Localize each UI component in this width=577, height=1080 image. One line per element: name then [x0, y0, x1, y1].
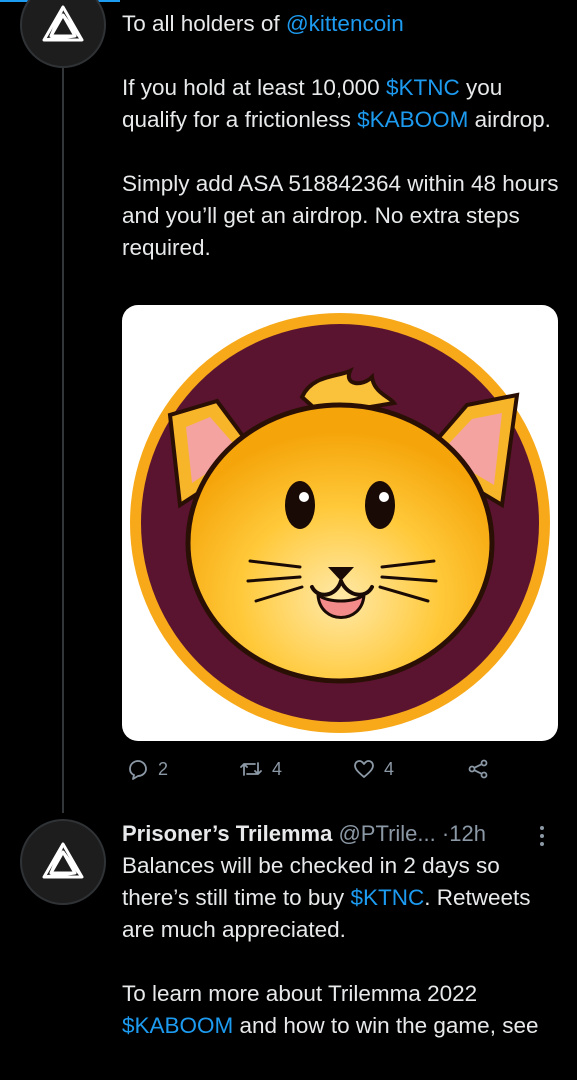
reply-icon — [129, 760, 147, 780]
avatar[interactable] — [20, 819, 106, 905]
tweet-body: To all holders of @kittencoin If you hol… — [122, 8, 562, 264]
tweet-paragraph-1: Balances will be checked in 2 days so th… — [122, 850, 562, 946]
share-icon — [468, 759, 488, 779]
cashtag-link[interactable]: $KTNC — [350, 885, 424, 910]
tweet-body: Balances will be checked in 2 days so th… — [122, 850, 562, 1042]
reply-button[interactable]: 2 — [126, 757, 168, 781]
tweet-time[interactable]: 12h — [449, 821, 486, 846]
cashtag-link[interactable]: $KABOOM — [122, 1013, 233, 1038]
cashtag-link[interactable]: $KTNC — [386, 75, 460, 100]
heart-icon — [354, 760, 374, 778]
penrose-triangle-icon — [42, 842, 84, 879]
tweet-paragraph-2: To learn more about Trilemma 2022 $KABOO… — [122, 978, 562, 1042]
like-button[interactable]: 4 — [352, 757, 394, 781]
tweet-media-image[interactable] — [122, 305, 558, 741]
mention-link[interactable]: @kittencoin — [286, 11, 404, 36]
display-name[interactable]: Prisoner’s Trilemma — [122, 821, 332, 846]
tweet-paragraph-3: Simply add ASA 518842364 within 48 hours… — [122, 171, 565, 260]
penrose-triangle-icon — [42, 5, 84, 42]
retweet-button[interactable]: 4 — [238, 757, 282, 781]
tweet-header: Prisoner’s Trilemma @PTrile... ·12h — [122, 818, 562, 850]
share-button[interactable] — [466, 757, 490, 781]
cashtag-link[interactable]: $KABOOM — [357, 107, 468, 132]
tweet-paragraph-2: If you hold at least 10,000 $KTNC you qu… — [122, 72, 562, 136]
text: If you hold at least 10,000 — [122, 75, 386, 100]
text: To all holders of — [122, 11, 286, 36]
avatar[interactable] — [20, 0, 106, 68]
text: To learn more about Trilemma 2022 — [122, 981, 484, 1006]
thread-line — [62, 68, 64, 813]
more-vertical-icon — [540, 826, 544, 846]
reply-count: 2 — [158, 758, 169, 779]
retweet-icon — [240, 762, 262, 776]
tweet-actions-bar: 2 4 4 — [122, 757, 502, 789]
kitten-coin-logo-image — [130, 313, 550, 733]
text: and how to win the game, see — [233, 1013, 539, 1038]
tweet-line-1: To all holders of @kittencoin — [122, 8, 562, 40]
text: airdrop. — [468, 107, 551, 132]
like-count: 4 — [384, 758, 395, 779]
user-handle[interactable]: @PTrile... — [338, 821, 435, 846]
retweet-count: 4 — [272, 758, 283, 779]
